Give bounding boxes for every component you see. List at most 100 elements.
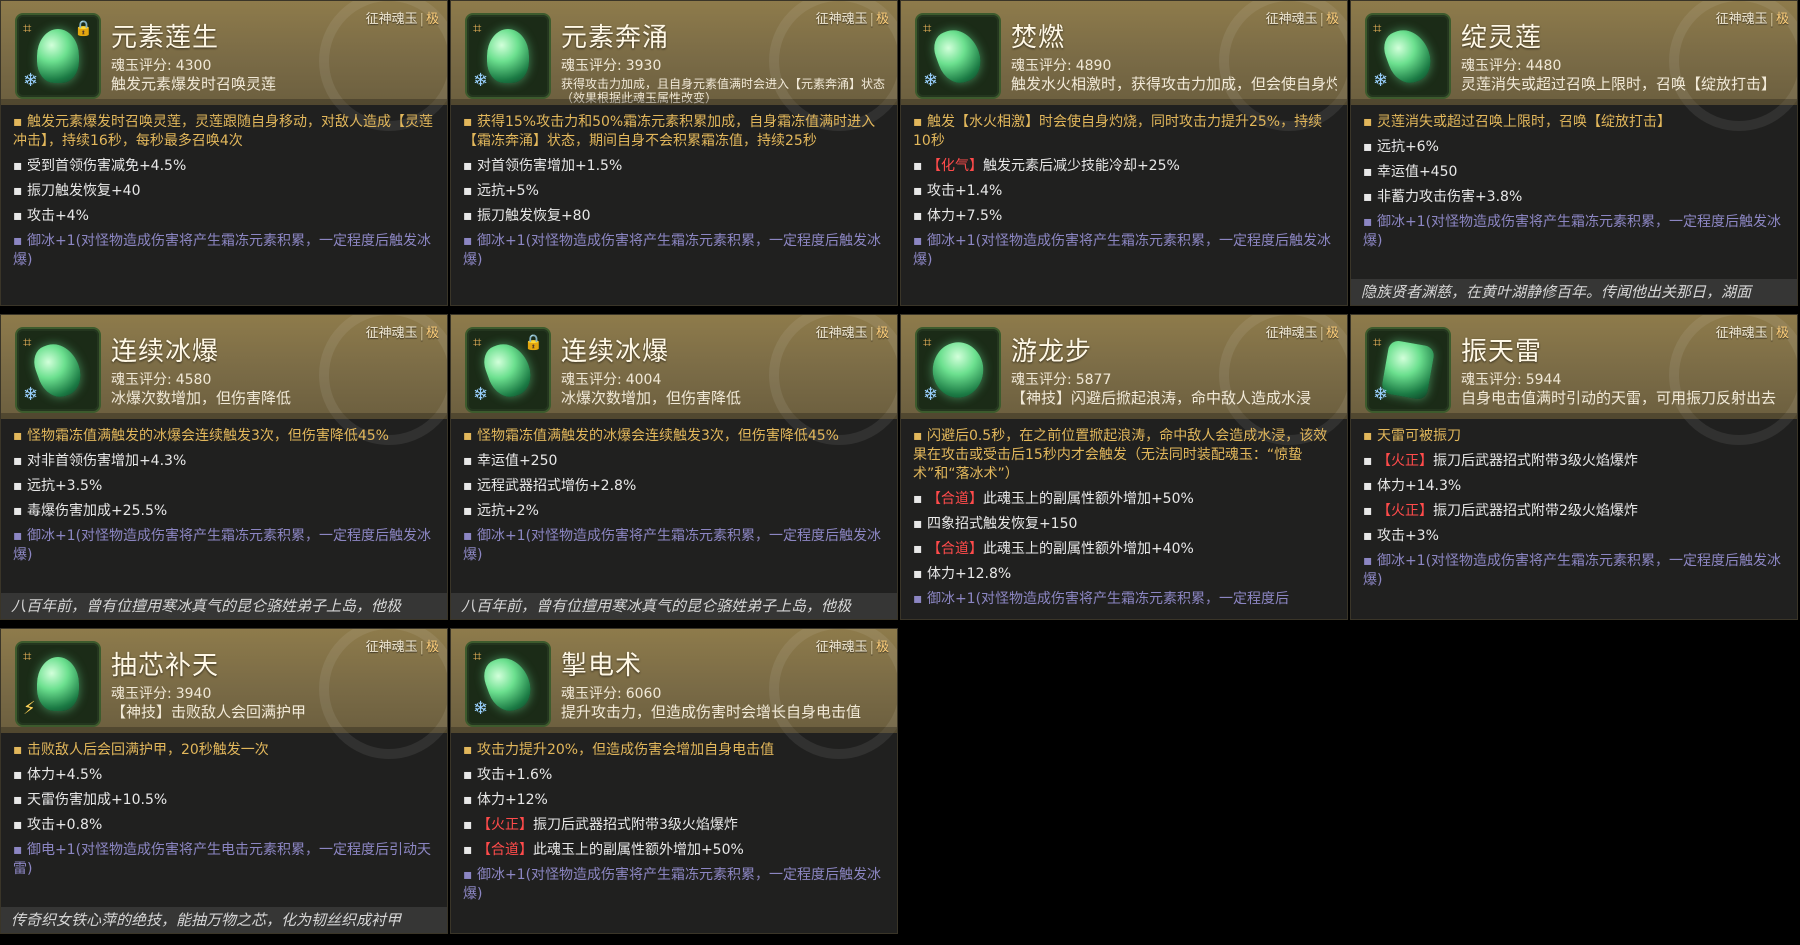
card-body: 怪物霜冻值满触发的冰爆会连续触发3次，但伤害降低45% 对非首领伤害增加+4.3%… [1,419,447,619]
score-value: 5877 [1075,372,1112,388]
score-label: 魂玉评分: [111,58,172,74]
quality-mark-icon: ⌗ [473,19,482,37]
quality-mark-icon: ⌗ [23,647,32,665]
soul-jade-card[interactable]: 征神魂玉 | 极 ⌗ ❄ 元素奔涌 魂玉评分: 3930 获得攻击力加成，且自身元素值满时会进入… [450,0,898,306]
score-label: 魂玉评分: [561,58,622,74]
soul-jade-card[interactable]: 征神魂玉|极⌗⚡抽芯补天魂玉评分:3940【神技】击败敌人会回满护甲击败敌人后会… [0,628,448,934]
jade-score: 魂玉评分: 5877 [1011,369,1111,389]
set-bonus-effect: 御冰+1(对怪物造成伤害将产生霜冻元素积累，一定程度后触发冰爆) [1363,552,1787,590]
category-label: 征神魂玉 [815,326,868,341]
quality-mark-icon: ⌗ [473,647,482,665]
soul-jade-card[interactable]: 征神魂玉|极⌗❄连续冰爆魂玉评分:4580冰爆次数增加，但伤害降低怪物霜冻值满触… [0,314,448,620]
score-label: 魂玉评分: [1461,58,1522,74]
main-effect: 获得15%攻击力和50%霜冻元素积累加成，自身霜冻值满时进入【霜冻奔涌】状态，期… [463,113,887,151]
score-label: 魂玉评分: [561,372,622,388]
jade-summary: 【神技】闪避后掀起浪涛，命中敌人造成水浸 [1011,389,1312,407]
attribute-line: 攻击+0.8% [13,816,437,835]
attribute-line: 【火正】振刀后武器招式附带3级火焰爆炸 [463,816,887,835]
category-separator: | [869,640,874,655]
jade-summary: 冰爆次数增加，但伤害降低 [111,389,292,407]
card-body: 灵莲消失或超过召唤上限时，召唤【绽放打击】远抗+6% 幸运值+450 非蓄力攻击伤害… [1351,105,1797,305]
main-effect: 灵莲消失或超过召唤上限时，召唤【绽放打击】 [1363,113,1787,132]
attribute-line: 天雷伤害加成+10.5% [13,791,437,810]
attribute-text: 体力+7.5% [926,208,1003,224]
soul-jade-card[interactable]: 征神魂玉 | 极 ⌗ ❄ 掣电术 魂玉评分: 6060 提升攻击力，但造成伤害时会增长自身电击值… [450,628,898,934]
card-body: 击败敌人后会回满护甲，20秒触发一次体力+4.5% 天雷伤害加成+10.5% 攻击+… [1,733,447,933]
set-bonus-effect: 御电+1(对怪物造成伤害将产生电击元素积累，一定程度后引动天雷) [13,841,437,879]
soul-jade-card[interactable]: 征神魂玉|极 ⌗ ❄ 🔒 元素莲生魂玉评分:4300触发元素爆发时召唤灵莲触发元素爆发时… [0,0,448,306]
card-header: 征神魂玉 | 极 ⌗ ❄ 元素奔涌 魂玉评分: 3930 获得攻击力加成，且自身元素值满时会进入… [451,1,897,131]
category-label: 征神魂玉 [1265,326,1318,341]
main-effect: 攻击力提升20%，但造成伤害会增加自身电击值 [463,741,887,760]
attribute-line: 振刀触发恢复+40 [13,182,437,201]
quality-mark-icon: ⌗ [923,19,932,37]
ice-snowflake-icon: ❄ [473,698,489,719]
attribute-line: 体力+12% [463,791,887,810]
quality-mark-icon: ⌗ [23,19,32,37]
soul-jade-card[interactable]: 征神魂玉 | 极 ⌗ ❄ 振天雷 魂玉评分: 5944 自身电击值满时引动的天雷，可用振刀反射出… [1350,314,1798,620]
rarity-label: 极 [425,640,439,655]
category-label: 征神魂玉 [365,640,418,655]
attribute-line: 远抗+3.5% [13,477,437,496]
ice-snowflake-icon: ❄ [1373,70,1389,91]
rarity-label: 极 [425,326,439,341]
attribute-text: 攻击+1.6% [476,767,553,783]
card-header: 征神魂玉 | 极 ⌗ ❄ 🔒 元素莲生 魂玉评分: 4300 触发元素爆发时召唤灵莲 [1,1,447,131]
card-header: 征神魂玉 | 极 ⌗ ❄ 绽灵莲 魂玉评分: 4480 灵莲消失或超过召唤上限时，召唤【绽放打击… [1351,1,1797,131]
attribute-tag: 【合道】 [926,541,983,557]
category-separator: | [419,12,424,27]
attribute-text: 攻击+1.4% [926,183,1003,199]
ice-snowflake-icon: ❄ [473,384,489,405]
jade-flower-icon [487,29,529,83]
soul-jade-card[interactable]: 征神魂玉 | 极 ⌗ ❄ 焚燃 魂玉评分: 4890 触发水火相激时，获得攻击力加成，但会使自身… [900,0,1348,306]
score-value: 4480 [1525,58,1562,74]
set-bonus-effect: 御冰+1(对怪物造成伤害将产生霜冻元素积累，一定程度后触发冰爆) [463,527,887,565]
jade-name: 连续冰爆 [561,337,670,367]
category-label: 征神魂玉 [1715,12,1768,27]
main-effect: 怪物霜冻值满触发的冰爆会连续触发3次，但伤害降低45% [13,427,437,446]
set-bonus-effect: 御冰+1(对怪物造成伤害将产生霜冻元素积累，一定程度后触发冰爆) [13,232,437,270]
soul-jade-icon: ⌗ ❄ [915,327,1001,413]
score-label: 魂玉评分: [1461,372,1522,388]
category-separator: | [869,326,874,341]
attribute-line: 攻击+1.4% [913,182,1337,201]
attribute-tag: 【火正】 [1376,503,1433,519]
attribute-line: 远抗+5% [463,182,887,201]
attribute-text: 触发元素后减少技能冷却+25% [982,158,1180,174]
category-separator: | [419,326,424,341]
score-label: 魂玉评分: [111,686,172,702]
main-effect: 闪避后0.5秒，在之前位置掀起浪涛，命中敌人会造成水浸，该效果在攻击或受击后15… [913,427,1337,484]
soul-jade-icon: ⌗ ❄ [465,13,551,99]
attribute-line: 【合道】此魂玉上的副属性额外增加+50% [913,490,1337,509]
attribute-line: 毒爆伤害加成+25.5% [13,502,437,521]
card-header: 征神魂玉 | 极 ⌗ ❄ 连续冰爆 魂玉评分: 4580 冰爆次数增加，但伤害降低 [1,315,447,445]
jade-name: 焚燃 [1011,23,1066,53]
jade-score: 魂玉评分: 6060 [561,683,661,703]
set-bonus-effect: 御冰+1(对怪物造成伤害将产生霜冻元素积累，一定程度后 [913,590,1337,609]
soul-jade-card[interactable]: 征神魂玉|极 ⌗ ❄ 🔒 连续冰爆魂玉评分:4004冰爆次数增加，但伤害降低怪物霜冻值满… [450,314,898,620]
soul-jade-card[interactable]: 征神魂玉 | 极 ⌗ ❄ 绽灵莲 魂玉评分: 4480 灵莲消失或超过召唤上限时，召唤【绽放打击… [1350,0,1798,306]
lore-text: 传奇织女铁心萍的绝技，能抽万物之芯，化为韧丝织成衬甲 [1,907,447,933]
jade-score: 魂玉评分: 3930 [561,55,661,75]
top-category-tag: 征神魂玉 | 极 [366,322,439,341]
jade-block-icon [1380,339,1436,401]
ice-snowflake-icon: ❄ [23,384,39,405]
lock-icon: 🔒 [524,333,543,351]
jade-summary: 获得攻击力加成，且自身元素值满时会进入【元素奔涌】状态（效果根据此魂玉属性改变） [561,77,886,105]
set-bonus-effect: 御冰+1(对怪物造成伤害将产生霜冻元素积累，一定程度后触发冰爆) [913,232,1337,270]
top-category-tag: 征神魂玉 | 极 [1266,8,1339,27]
score-label: 魂玉评分: [1011,372,1072,388]
card-body: 闪避后0.5秒，在之前位置掀起浪涛，命中敌人会造成水浸，该效果在攻击或受击后15… [901,419,1347,619]
card-header: 征神魂玉 | 极 ⌗ ⚡ 抽芯补天 魂玉评分: 3940 【神技】击败敌人会回满护甲 [1,629,447,759]
jade-flower-icon [37,657,79,711]
jade-name: 游龙步 [1011,337,1093,367]
attribute-line: 振刀触发恢复+80 [463,207,887,226]
jade-score: 魂玉评分: 4890 [1011,55,1111,75]
soul-jade-icon: ⌗ ❄ 🔒 [465,327,551,413]
main-effect: 触发【水火相激】时会使自身灼烧，同时攻击力提升25%，持续10秒 [913,113,1337,151]
jade-score: 魂玉评分: 4300 [111,55,211,75]
card-body: 触发【水火相激】时会使自身灼烧，同时攻击力提升25%，持续10秒【化气】触发元素… [901,105,1347,305]
top-category-tag: 征神魂玉 | 极 [1716,8,1789,27]
category-separator: | [1769,326,1774,341]
soul-jade-card[interactable]: 征神魂玉 | 极 ⌗ ❄ 游龙步 魂玉评分: 5877 【神技】闪避后掀起浪涛，命中敌人造成水浸… [900,314,1348,620]
